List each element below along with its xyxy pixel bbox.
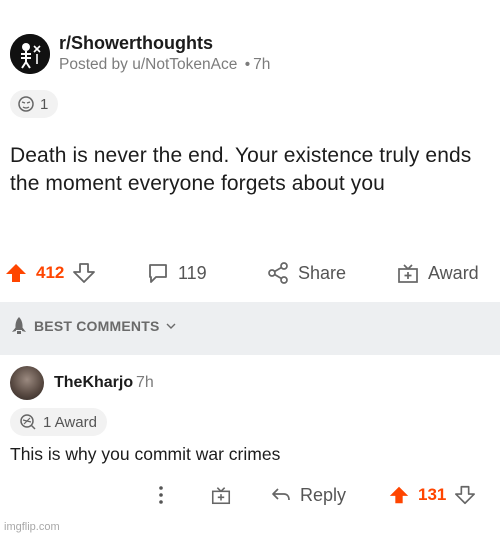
subreddit-avatar[interactable] — [10, 34, 50, 74]
post-meta: Posted by u/NotTokenAce • 7h — [59, 56, 270, 74]
comment-vote-group: 131 — [388, 480, 476, 510]
arrow-down-icon — [73, 263, 96, 283]
share-button[interactable]: Share — [266, 256, 346, 290]
share-icon — [268, 262, 288, 284]
arrow-up-icon — [389, 486, 409, 504]
comment-upvote-count: 131 — [418, 485, 447, 504]
post-award-badge[interactable]: 1 — [10, 90, 59, 118]
comment-downvote-button[interactable] — [454, 484, 476, 506]
post-action-bar: 412 119 Share Award — [0, 256, 500, 290]
post-author[interactable]: u/NotTokenAce — [132, 56, 237, 73]
share-label: Share — [298, 262, 347, 283]
sort-dropdown[interactable]: BEST COMMENTS — [10, 316, 176, 336]
reply-button[interactable]: Reply — [270, 480, 346, 510]
vertical-dots-icon — [159, 486, 163, 504]
chevron-down-icon — [166, 323, 175, 329]
posted-by-prefix: Posted by — [59, 56, 128, 73]
reply-label: Reply — [300, 484, 347, 505]
post-award-count: 1 — [40, 95, 49, 113]
comment-body: This is why you commit war crimes — [10, 444, 281, 464]
award-medal-icon — [20, 414, 36, 430]
award-face-icon — [18, 96, 34, 112]
award-button[interactable]: Award — [396, 256, 479, 290]
reply-arrow-icon — [272, 488, 290, 501]
rocket-icon — [12, 317, 26, 334]
post-age: 7h — [253, 56, 271, 73]
gift-icon — [211, 487, 231, 505]
post-vote-group: 412 — [4, 256, 96, 290]
arrow-up-icon — [6, 264, 26, 282]
subreddit-name[interactable]: r/Showerthoughts — [59, 33, 213, 54]
comment-age: 7h — [136, 374, 154, 391]
upvote-button[interactable] — [4, 261, 28, 285]
comments-button[interactable]: 119 — [146, 256, 207, 290]
award-label: Award — [428, 262, 479, 283]
comment-award-button[interactable] — [210, 480, 232, 510]
post-upvote-count: 412 — [36, 263, 65, 282]
comment-author[interactable]: TheKharjo — [54, 374, 133, 392]
arrow-down-icon — [455, 485, 476, 505]
downvote-button[interactable] — [72, 261, 96, 285]
speech-bubble-icon — [149, 264, 167, 283]
sort-label: BEST COMMENTS — [34, 318, 160, 334]
comment-count: 119 — [178, 262, 207, 283]
more-options-button[interactable] — [156, 480, 166, 510]
comment-award-badge[interactable]: 1 Award — [10, 408, 107, 436]
post-title[interactable]: Death is never the end. Your existence t… — [10, 142, 490, 198]
skeleton-icon — [10, 34, 50, 74]
comment-action-bar: Reply 131 — [0, 480, 500, 510]
meta-separator: • — [244, 56, 251, 73]
watermark: imgflip.com — [4, 521, 60, 533]
comment-award-label: 1 Award — [43, 413, 97, 431]
gift-icon — [398, 264, 418, 283]
comment-upvote-button[interactable] — [388, 484, 410, 506]
comment-avatar[interactable] — [10, 366, 44, 400]
